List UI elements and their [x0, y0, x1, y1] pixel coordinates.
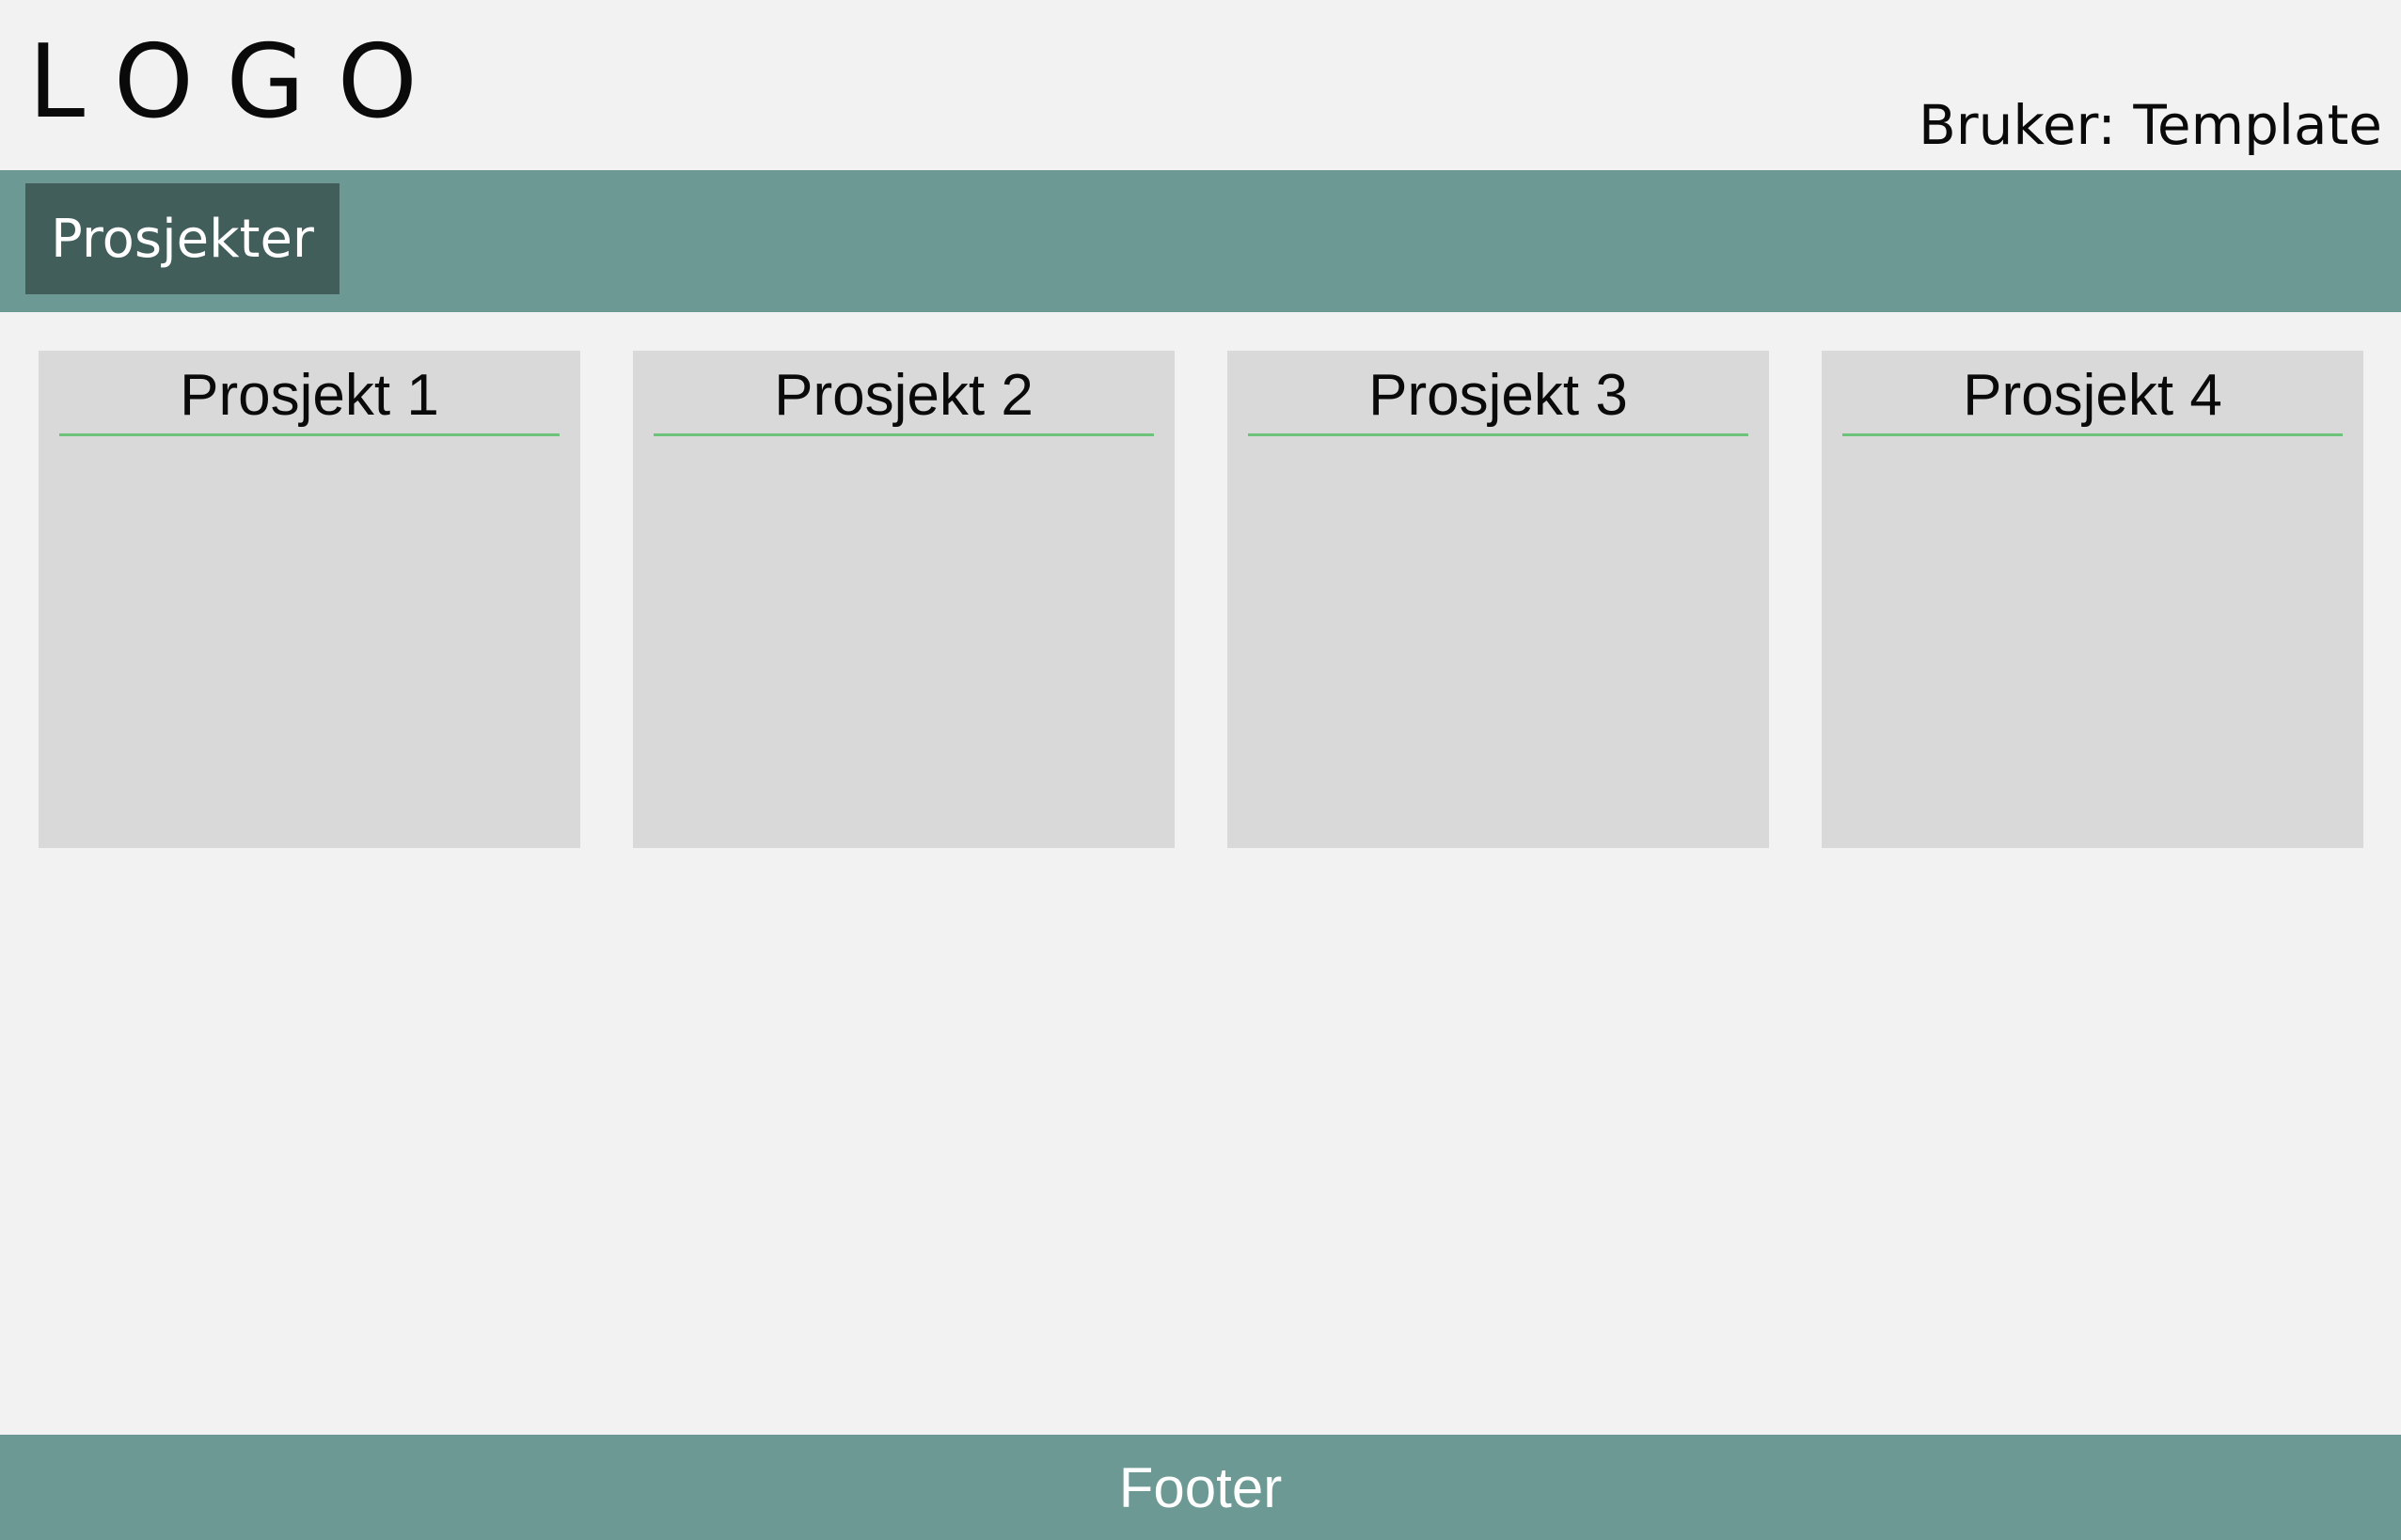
- tab-prosjekter[interactable]: Prosjekter: [25, 183, 340, 294]
- navbar: Prosjekter: [0, 170, 2401, 312]
- project-card[interactable]: Prosjekt 1: [39, 351, 580, 848]
- card-divider: [59, 433, 560, 436]
- card-divider: [1248, 433, 1748, 436]
- card-divider: [654, 433, 1154, 436]
- logo: LOGO: [28, 24, 450, 141]
- project-card-title: Prosjekt 3: [1368, 363, 1628, 428]
- project-card-title: Prosjekt 4: [1963, 363, 2222, 428]
- header: LOGO Bruker: Template: [0, 0, 2401, 170]
- project-card[interactable]: Prosjekt 3: [1227, 351, 1769, 848]
- project-card[interactable]: Prosjekt 4: [1822, 351, 2363, 848]
- footer-label: Footer: [1118, 1455, 1283, 1519]
- project-card-title: Prosjekt 2: [774, 363, 1034, 428]
- project-card[interactable]: Prosjekt 2: [633, 351, 1175, 848]
- project-card-title: Prosjekt 1: [180, 363, 439, 428]
- card-divider: [1842, 433, 2343, 436]
- user-label: Bruker: Template: [1918, 93, 2382, 157]
- footer: Footer: [0, 1435, 2401, 1540]
